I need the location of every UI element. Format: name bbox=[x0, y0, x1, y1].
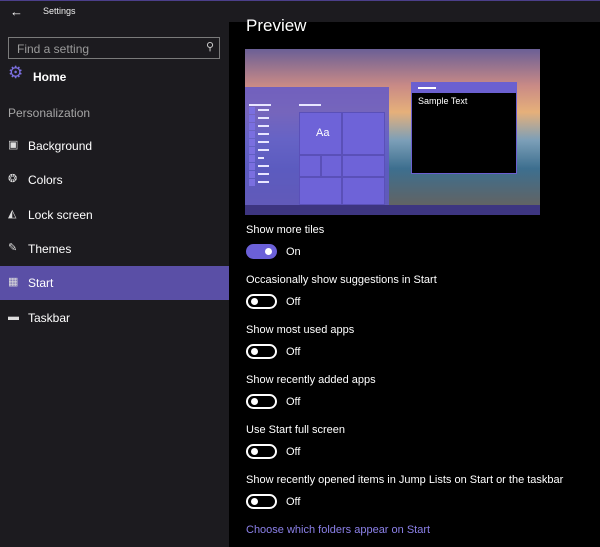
preview-window: Sample Text bbox=[411, 82, 517, 174]
nav-label: Start bbox=[28, 276, 54, 290]
toggle-knob bbox=[251, 298, 258, 305]
toggle-state: On bbox=[286, 246, 301, 258]
taskbar-icon: ▬ bbox=[8, 311, 19, 323]
toggle-state: Off bbox=[286, 346, 301, 358]
preview-app-icon bbox=[249, 155, 255, 162]
toggle-switch[interactable] bbox=[246, 394, 277, 409]
search-icon[interactable]: ⚲ bbox=[206, 40, 214, 53]
tile-text: Aa bbox=[316, 127, 330, 139]
search-placeholder: Find a setting bbox=[17, 42, 90, 56]
picture-icon: ▣ bbox=[8, 139, 19, 151]
preview-taskbar bbox=[245, 205, 540, 215]
sidebar-item-home[interactable]: ⚙ Home bbox=[0, 62, 229, 96]
preview-app-icon bbox=[249, 107, 255, 114]
option-label: Show recently added apps bbox=[246, 374, 376, 386]
preview-tile bbox=[299, 155, 321, 177]
sidebar-item-lock-screen[interactable]: ◭ Lock screen bbox=[0, 198, 229, 232]
main-pane: Preview Aa Sample Text Show more tiles O… bbox=[229, 16, 600, 547]
preview-app-label bbox=[258, 157, 264, 159]
sidebar-item-start[interactable]: ▦ Start bbox=[0, 266, 229, 300]
preview-tile bbox=[342, 155, 385, 177]
toggle-state: Off bbox=[286, 296, 301, 308]
option-label: Show more tiles bbox=[246, 224, 325, 236]
toggle-knob bbox=[251, 348, 258, 355]
toggle-switch[interactable] bbox=[246, 344, 277, 359]
preview-app-label bbox=[258, 125, 269, 127]
option-label: Use Start full screen bbox=[246, 424, 346, 436]
sidebar-item-background[interactable]: ▣ Background bbox=[0, 129, 229, 163]
toggle-state: Off bbox=[286, 496, 301, 508]
search-input[interactable]: Find a setting ⚲ bbox=[8, 37, 220, 59]
preview-bar bbox=[299, 104, 321, 106]
option-label: Occasionally show suggestions in Start bbox=[246, 274, 437, 286]
toggle-switch[interactable] bbox=[246, 444, 277, 459]
toggle-state: Off bbox=[286, 446, 301, 458]
preview-app-label bbox=[258, 133, 269, 135]
preview-app-label bbox=[258, 117, 269, 119]
preview-tile: Aa bbox=[299, 112, 342, 155]
preview-bar bbox=[249, 104, 271, 106]
choose-folders-link[interactable]: Choose which folders appear on Start bbox=[246, 524, 430, 536]
option-label: Show recently opened items in Jump Lists… bbox=[246, 474, 564, 486]
toggle-switch[interactable] bbox=[246, 244, 277, 259]
window-title: Settings bbox=[43, 6, 76, 16]
preview-app-icon bbox=[249, 147, 255, 154]
preview-app-label bbox=[258, 141, 269, 143]
section-heading: Personalization bbox=[8, 106, 91, 120]
nav-label: Colors bbox=[28, 173, 63, 187]
toggle-switch[interactable] bbox=[246, 494, 277, 509]
toggle-switch[interactable] bbox=[246, 294, 277, 309]
preview-tile bbox=[342, 112, 385, 155]
option-label: Show most used apps bbox=[246, 324, 355, 336]
back-arrow-icon[interactable]: ← bbox=[10, 4, 23, 19]
sidebar-item-taskbar[interactable]: ▬ Taskbar bbox=[0, 301, 229, 335]
sidebar: Find a setting ⚲ ⚙ Home Personalization … bbox=[0, 22, 229, 547]
gear-icon: ⚙ bbox=[8, 63, 24, 82]
preview-app-icon bbox=[249, 179, 255, 186]
preview-app-label bbox=[258, 109, 269, 111]
preview-app-label bbox=[258, 181, 269, 183]
preview-app-icon bbox=[249, 139, 255, 146]
start-tiles-icon: ▦ bbox=[8, 276, 19, 288]
preview-app-icon bbox=[249, 123, 255, 130]
sidebar-item-colors[interactable]: ❂ Colors bbox=[0, 163, 229, 197]
toggle-state: Off bbox=[286, 396, 301, 408]
preview-app-icon bbox=[249, 163, 255, 170]
sidebar-item-themes[interactable]: ✎ Themes bbox=[0, 232, 229, 266]
preview-app-label bbox=[258, 165, 269, 167]
home-label: Home bbox=[33, 70, 67, 84]
themes-icon: ✎ bbox=[8, 242, 18, 254]
lock-screen-icon: ◭ bbox=[8, 208, 17, 220]
preview-app-icon bbox=[249, 131, 255, 138]
preview-tile bbox=[299, 177, 342, 205]
preview-tile bbox=[321, 155, 342, 177]
nav-label: Lock screen bbox=[28, 208, 93, 222]
preview-tiles: Aa bbox=[299, 112, 385, 205]
start-preview: Aa Sample Text bbox=[245, 49, 540, 215]
preview-title: Preview bbox=[246, 16, 307, 35]
preview-app-icon bbox=[249, 171, 255, 178]
sample-text: Sample Text bbox=[418, 96, 468, 106]
nav-label: Background bbox=[28, 139, 93, 153]
palette-icon: ❂ bbox=[8, 173, 18, 185]
toggle-knob bbox=[251, 398, 258, 405]
toggle-knob bbox=[251, 448, 258, 455]
preview-window-header bbox=[412, 83, 516, 93]
preview-app-label bbox=[258, 173, 269, 175]
toggle-knob bbox=[265, 248, 272, 255]
preview-app-label bbox=[258, 149, 269, 151]
nav-label: Themes bbox=[28, 242, 72, 256]
preview-tile bbox=[342, 177, 385, 205]
toggle-knob bbox=[251, 498, 258, 505]
preview-app-icon bbox=[249, 115, 255, 122]
nav-label: Taskbar bbox=[28, 311, 71, 325]
